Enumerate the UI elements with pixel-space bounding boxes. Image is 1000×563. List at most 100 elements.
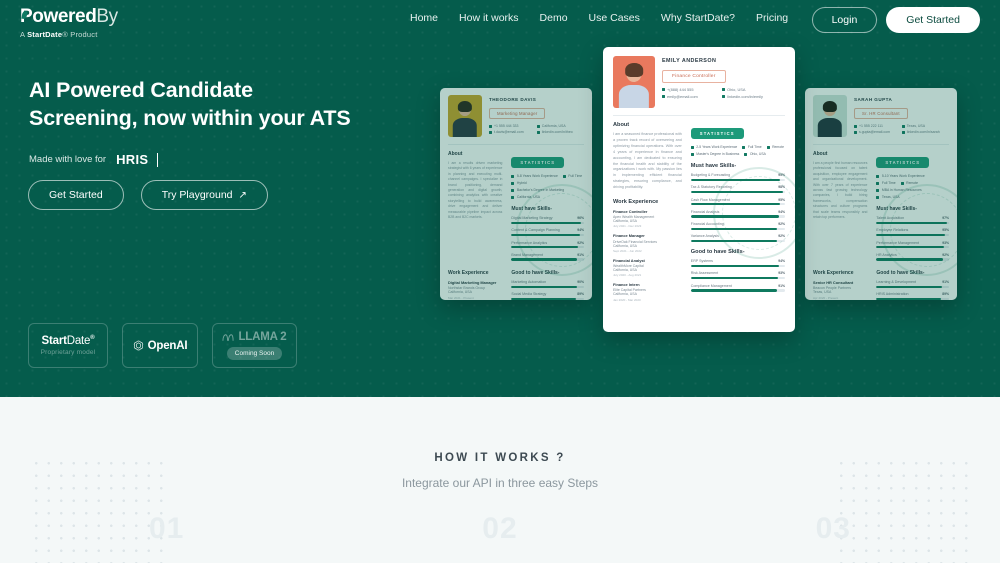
meta-email-left: t.davis@email.com xyxy=(489,130,531,134)
about-heading-left: About xyxy=(448,151,463,157)
check-icon xyxy=(876,181,880,185)
brand-p-letter: P xyxy=(20,6,33,28)
brand-logo[interactable]: PoweredBy A StartDate® Product xyxy=(20,6,118,39)
skill-row: Marketing Automation 90% xyxy=(511,280,584,288)
skill-row: Financial Analysis 94% xyxy=(690,210,785,218)
candidate-role-center: Finance Controller xyxy=(662,70,726,83)
mail-icon xyxy=(662,94,665,98)
statistics-pill-right: STATISTICS xyxy=(876,157,930,168)
about-heading-right: About xyxy=(813,151,828,157)
check-icon xyxy=(742,145,746,149)
made-with-label: Made with love for xyxy=(29,154,107,165)
candidate-meta-center: +(888) 444 555 Ohio, USA emily@email.com… xyxy=(662,87,785,99)
check-icon xyxy=(900,181,904,185)
meta-linkedin-right: linkedin.com/in/sarah xyxy=(901,130,944,134)
meta-location-center: Ohio, USA xyxy=(722,87,776,92)
llama-icon xyxy=(222,333,235,341)
badge-startdate-title: StartDate® xyxy=(42,335,95,347)
location-icon xyxy=(536,124,540,128)
check-icon xyxy=(876,174,880,178)
how-it-works-section: HOW IT WORKS ? Integrate our API in thre… xyxy=(0,397,1000,563)
meta-email-right: s.gupta@email.com xyxy=(854,130,896,134)
badge-startdate-light: Date xyxy=(66,335,91,347)
about-heading-center: About xyxy=(613,122,630,128)
linkedin-icon xyxy=(722,94,726,98)
how-it-works-title: HOW IT WORKS ? xyxy=(434,452,566,464)
experience-item: Finance Intern Elite Capital Partners Cali… xyxy=(613,282,646,302)
resume-card-right[interactable]: SARAH GUPTA Sr. HR Consultant +1 555 222… xyxy=(805,88,957,300)
step-number: 01 xyxy=(148,512,185,545)
statistics-grid-center: 2-5 Years Work Experience Full Time Remo… xyxy=(690,145,785,156)
badge-openai[interactable]: OpenAI xyxy=(122,323,198,368)
brand-name-light: By xyxy=(96,6,118,27)
meta-phone-right: +1 555 222 111 xyxy=(854,124,896,128)
statistics-grid-right: 5-10 Years Work Experience Full Time Rem… xyxy=(876,174,949,199)
step-01: 01 xyxy=(0,512,333,546)
about-text-center: I am a seasoned finance professional wit… xyxy=(613,132,682,190)
must-have-heading-left: Must have Skills- xyxy=(511,206,552,212)
experience-item: Finance Manager DriveOak Financial Servic… xyxy=(613,233,657,253)
skill-row: Content & Campaign Planning 94% xyxy=(511,228,584,237)
check-icon xyxy=(511,188,515,192)
meta-location-left: California, USA xyxy=(536,124,579,128)
experience-heading-left: Work Experience xyxy=(448,270,489,277)
typing-caret xyxy=(157,152,159,167)
hero-section: PoweredBy A StartDate® Product Home How … xyxy=(0,0,1000,397)
good-heading-center: Good to have Skills- xyxy=(690,249,745,256)
badge-startdate[interactable]: StartDate® Proprietary model xyxy=(28,323,108,368)
meta-phone-left: +1 555 444 333 xyxy=(489,124,531,128)
resume-card-left[interactable]: THEODORE DAVIS Marketing Manager +1 555 … xyxy=(440,88,592,300)
good-skills-center: ERP Systems 94% Risk Assessment 93% Compli… xyxy=(690,259,785,292)
must-have-skills-center: Budgeting & Forecasting 95% Tax & Statuto… xyxy=(690,173,785,243)
brand-tagline: A StartDate® Product xyxy=(20,30,118,39)
candidate-name-right: SARAH GUPTA xyxy=(854,97,893,102)
phone-icon xyxy=(854,124,857,128)
how-it-works-subtitle: Integrate our API in three easy Steps xyxy=(401,476,599,490)
check-icon xyxy=(690,152,694,156)
location-icon xyxy=(901,124,905,128)
divider xyxy=(613,115,785,116)
skill-row: Talent Acquisition 97% xyxy=(876,216,949,224)
skill-row: Performance Management 93% xyxy=(876,241,949,249)
coming-soon-pill: Coming Soon xyxy=(226,347,283,360)
good-heading-right: Good to have Skills- xyxy=(876,270,925,277)
try-playground-label: Try Playground xyxy=(161,189,233,201)
resume-card-center[interactable]: EMILY ANDERSON Finance Controller +(888)… xyxy=(603,47,795,332)
tagline-post: ® Product xyxy=(62,30,98,39)
check-icon xyxy=(511,174,515,178)
try-playground-button[interactable]: Try Playground ↗ xyxy=(140,180,268,210)
skill-row: Tax & Statutory Reporting 98% xyxy=(690,185,785,194)
experience-heading-center: Work Experience xyxy=(613,199,659,206)
avatar-left xyxy=(448,95,482,137)
mail-icon xyxy=(854,130,857,134)
how-it-works-header: HOW IT WORKS ? Integrate our API in thre… xyxy=(0,452,1000,490)
step-number: 03 xyxy=(815,512,851,545)
skill-row: HRIS Administration 89% xyxy=(876,292,949,300)
check-icon xyxy=(876,188,880,192)
must-have-heading-right: Must have Skills- xyxy=(876,206,917,212)
experience-item: Finance Controller Apex Wealth Management… xyxy=(613,209,655,229)
arrow-up-right-icon: ↗ xyxy=(238,189,247,201)
skill-row: Budgeting & Forecasting 95% xyxy=(690,173,785,181)
skill-row: Cash Flow Management 95% xyxy=(690,198,785,206)
location-icon xyxy=(722,87,726,91)
candidate-meta-left: +1 555 444 333 California, USA t.davis@e… xyxy=(489,124,584,134)
badge-startdate-sub: Proprietary model xyxy=(40,349,96,356)
divider xyxy=(813,144,949,145)
skill-row: Financial Accounting 92% xyxy=(690,222,785,230)
skill-row: Employee Relations 95% xyxy=(876,228,949,237)
hero-get-started-label: Get Started xyxy=(49,189,103,201)
good-heading-left: Good to have Skills- xyxy=(511,270,560,277)
badge-llama2-row: LLAMA 2 xyxy=(222,331,287,343)
experience-heading-right: Work Experience xyxy=(813,270,854,277)
candidate-role-left: Marketing Manager xyxy=(489,107,546,120)
check-icon xyxy=(690,145,694,149)
meta-linkedin-left: linkedin.com/in/theo xyxy=(536,130,579,134)
hero-get-started-button[interactable]: Get Started xyxy=(28,180,124,210)
made-with-word: HRIS xyxy=(116,152,149,167)
skill-row: Learning & Development 91% xyxy=(876,280,949,288)
badge-llama2[interactable]: LLAMA 2 Coming Soon xyxy=(212,323,297,368)
linkedin-icon xyxy=(536,130,540,134)
meta-location-right: Texas, USA xyxy=(901,124,944,128)
skill-row: Digital Marketing Strategy 96% xyxy=(511,216,584,224)
